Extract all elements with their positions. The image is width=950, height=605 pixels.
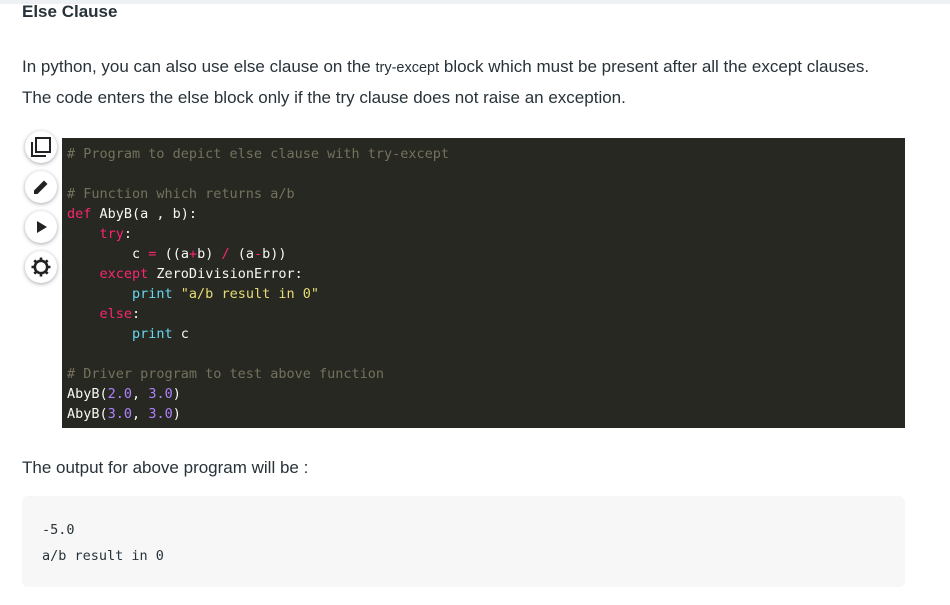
- copy-button[interactable]: [25, 131, 57, 163]
- code-builtin: print: [132, 326, 173, 342]
- code-paren: (: [99, 386, 108, 402]
- code-text-segment: ZeroDivisionError:: [148, 266, 303, 282]
- code-text-segment: (a: [229, 246, 255, 262]
- para-text-before: In python, you can also use else clause …: [22, 57, 376, 76]
- code-keyword: def: [67, 206, 92, 222]
- section-heading: Else Clause: [22, 2, 118, 21]
- code-text-segment: ((a: [156, 246, 189, 262]
- copy-icon: [31, 137, 51, 157]
- inline-code-try-except: try-except: [375, 60, 440, 76]
- edit-button[interactable]: [25, 171, 57, 203]
- edit-icon: [34, 180, 48, 194]
- code-operator: /: [221, 246, 230, 262]
- code-comment: # Program to depict else clause with try…: [67, 146, 450, 162]
- code-text-segment: b): [197, 246, 222, 262]
- intro-paragraph: In python, you can also use else clause …: [22, 52, 902, 113]
- run-button[interactable]: [25, 211, 57, 243]
- settings-icon: [31, 257, 51, 277]
- code-colon: :: [132, 306, 141, 322]
- run-icon: [37, 221, 47, 233]
- code-colon: :: [123, 226, 133, 242]
- code-function-call: AbyB: [67, 406, 100, 422]
- code-paren: ): [172, 406, 181, 422]
- code-number: 3.0: [107, 406, 133, 422]
- output-line: a/b result in 0: [42, 548, 164, 564]
- output-block: -5.0 a/b result in 0: [22, 496, 905, 587]
- code-number: 3.0: [148, 386, 173, 402]
- code-comma: ,: [132, 406, 149, 422]
- code-number: 3.0: [148, 406, 173, 422]
- output-text: -5.0 a/b result in 0: [42, 517, 164, 569]
- code-operator: +: [188, 246, 198, 262]
- top-divider: [0, 0, 950, 4]
- code-operator: -: [254, 246, 263, 262]
- code-keyword: except: [99, 266, 149, 282]
- code-function-call: AbyB: [67, 386, 100, 402]
- code-block[interactable]: # Program to depict else clause with try…: [62, 138, 905, 428]
- code-keyword: else: [99, 306, 133, 322]
- code-keyword: try: [99, 226, 124, 242]
- output-label: The output for above program will be :: [22, 458, 309, 477]
- code-def-signature: AbyB(a , b):: [91, 206, 198, 222]
- code-text-segment: c: [172, 326, 189, 342]
- code-text-segment: c: [132, 246, 149, 262]
- code-comment: # Driver program to test above function: [67, 366, 384, 382]
- code-comment: # Function which returns a/b: [67, 186, 295, 202]
- code-text-segment: b)): [262, 246, 287, 262]
- output-line: -5.0: [42, 522, 75, 538]
- code-paren: (: [99, 406, 108, 422]
- settings-button[interactable]: [25, 251, 57, 283]
- code-number: 2.0: [107, 386, 133, 402]
- code-text: # Program to depict else clause with try…: [67, 144, 449, 424]
- code-paren: ): [172, 386, 181, 402]
- code-string: "a/b result in 0": [172, 286, 319, 302]
- code-comma: ,: [132, 386, 149, 402]
- code-builtin: print: [132, 286, 173, 302]
